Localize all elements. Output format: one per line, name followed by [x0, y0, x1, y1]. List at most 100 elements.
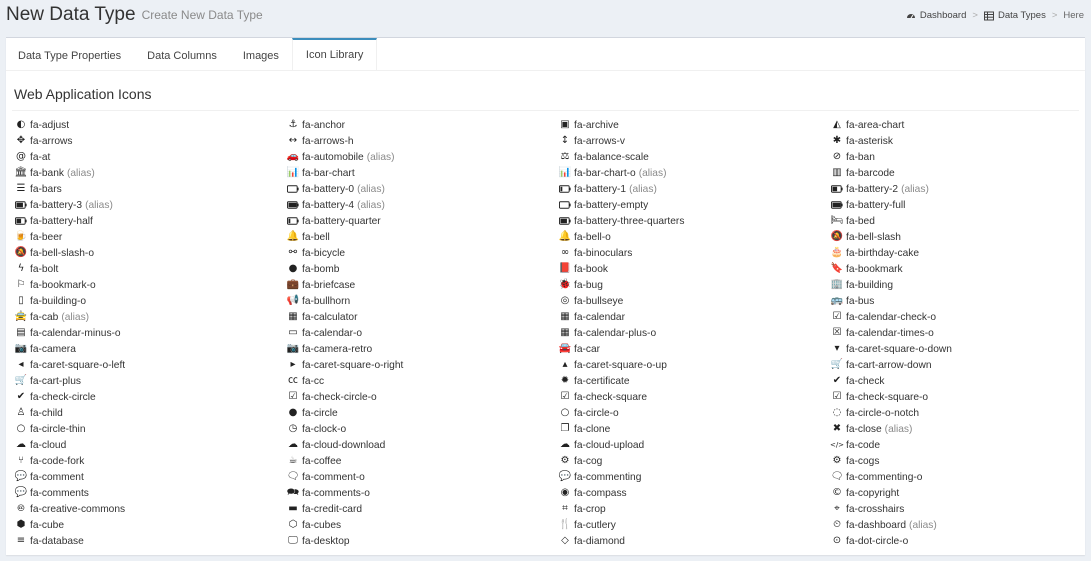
icon-item[interactable]: ◎ fa-bullseye: [559, 293, 831, 309]
icon-item[interactable]: ▦ fa-calendar-plus-o: [559, 325, 831, 341]
tab-data-columns[interactable]: Data Columns: [134, 38, 230, 70]
tab-data-type-properties[interactable]: Data Type Properties: [6, 38, 134, 70]
icon-item[interactable]: fa-battery-4 (alias): [287, 197, 559, 213]
icon-item[interactable]: ⊘ fa-ban: [831, 149, 1077, 165]
icon-item[interactable]: 🗨 fa-commenting-o: [831, 469, 1077, 485]
icon-item[interactable]: ⬢ fa-cube: [15, 517, 287, 533]
icon-item[interactable]: © fa-copyright: [831, 485, 1077, 501]
tab-icon-library[interactable]: Icon Library: [291, 38, 378, 70]
icon-item[interactable]: 🗪 fa-comments-o: [287, 485, 559, 501]
icon-item[interactable]: ∞ fa-binoculars: [559, 245, 831, 261]
icon-item[interactable]: ☁ fa-cloud-upload: [559, 437, 831, 453]
icon-item[interactable]: 💼 fa-briefcase: [287, 277, 559, 293]
icon-item[interactable]: 🔔 fa-bell-o: [559, 229, 831, 245]
icon-item[interactable]: ▣ fa-archive: [559, 117, 831, 133]
icon-item[interactable]: ▸ fa-caret-square-o-right: [287, 357, 559, 373]
icon-item[interactable]: 🔕 fa-bell-slash: [831, 229, 1077, 245]
icon-item[interactable]: 📊 fa-bar-chart-o (alias): [559, 165, 831, 181]
icon-item[interactable]: ↕ fa-arrows-v: [559, 133, 831, 149]
icon-item[interactable]: 🔖 fa-bookmark: [831, 261, 1077, 277]
icon-item[interactable]: 🚗 fa-automobile (alias): [287, 149, 559, 165]
icon-item[interactable]: ✖ fa-close (alias): [831, 421, 1077, 437]
icon-item[interactable]: 💬 fa-comment: [15, 469, 287, 485]
icon-item[interactable]: 🏢 fa-building: [831, 277, 1077, 293]
icon-item[interactable]: ϟ fa-bolt: [15, 261, 287, 277]
icon-item[interactable]: ✔ fa-check: [831, 373, 1077, 389]
icon-item[interactable]: 🐞 fa-bug: [559, 277, 831, 293]
icon-item[interactable]: ⚖ fa-balance-scale: [559, 149, 831, 165]
icon-item[interactable]: 🏛 fa-bank (alias): [15, 165, 287, 181]
icon-item[interactable]: ☒ fa-calendar-times-o: [831, 325, 1077, 341]
icon-item[interactable]: fa-battery-half: [15, 213, 287, 229]
icon-item[interactable]: </> fa-code: [830, 437, 1077, 453]
icon-item[interactable]: ⏲ fa-dashboard (alias): [831, 517, 1077, 533]
icon-item[interactable]: 🔕 fa-bell-slash-o: [15, 245, 287, 261]
icon-item[interactable]: ⚐ fa-bookmark-o: [15, 277, 287, 293]
icon-item[interactable]: ⌖ fa-crosshairs: [831, 501, 1077, 517]
icon-item[interactable]: 🚌 fa-bus: [831, 293, 1077, 309]
icon-item[interactable]: ▭ fa-calendar-o: [287, 325, 559, 341]
icon-item[interactable]: ☑ fa-check-circle-o: [287, 389, 559, 405]
icon-item[interactable]: 💬 fa-commenting: [559, 469, 831, 485]
icon-item[interactable]: fa-battery-quarter: [287, 213, 559, 229]
icon-item[interactable]: ▤ fa-calendar-minus-o: [15, 325, 287, 341]
icon-item[interactable]: 🅭 fa-creative-commons: [15, 501, 287, 517]
icon-item[interactable]: ✹ fa-certificate: [559, 373, 831, 389]
icon-item[interactable]: ▦ fa-calendar: [559, 309, 831, 325]
icon-item[interactable]: 🍴 fa-cutlery: [559, 517, 831, 533]
icon-item[interactable]: ▴ fa-caret-square-o-up: [559, 357, 831, 373]
icon-item[interactable]: ⚯ fa-bicycle: [287, 245, 559, 261]
icon-item[interactable]: ☕ fa-coffee: [287, 453, 559, 469]
icon-item[interactable]: ▥ fa-barcode: [831, 165, 1077, 181]
icon-item[interactable]: ◌ fa-circle-o-notch: [831, 405, 1077, 421]
icon-item[interactable]: ◐ fa-adjust: [15, 117, 287, 133]
icon-item[interactable]: fa-battery-three-quarters: [559, 213, 831, 229]
icon-item[interactable]: ▯ fa-building-o: [15, 293, 287, 309]
breadcrumb-data-types[interactable]: Data Types: [983, 10, 1046, 21]
icon-item[interactable]: 🍺 fa-beer: [15, 229, 287, 245]
icon-item[interactable]: 🗨 fa-comment-o: [287, 469, 559, 485]
icon-item[interactable]: ● fa-bomb: [287, 261, 559, 277]
icon-item[interactable]: ▾ fa-caret-square-o-down: [831, 341, 1077, 357]
icon-item[interactable]: fa-battery-full: [831, 197, 1077, 213]
icon-item[interactable]: ☁ fa-cloud: [15, 437, 287, 453]
icon-item[interactable]: 📊 fa-bar-chart: [287, 165, 559, 181]
icon-item[interactable]: ⊙ fa-dot-circle-o: [831, 533, 1077, 549]
icon-item[interactable]: fa-battery-2 (alias): [831, 181, 1077, 197]
icon-item[interactable]: ◉ fa-compass: [559, 485, 831, 501]
icon-item[interactable]: ⬡ fa-cubes: [287, 517, 559, 533]
icon-item[interactable]: 🚘 fa-car: [559, 341, 831, 357]
icon-item[interactable]: ↔ fa-arrows-h: [287, 133, 559, 149]
icon-item[interactable]: ☰ fa-bars: [15, 181, 287, 197]
icon-item[interactable]: ⚓ fa-anchor: [287, 117, 559, 133]
icon-item[interactable]: fa-battery-1 (alias): [559, 181, 831, 197]
breadcrumb-dashboard[interactable]: Dashboard: [906, 10, 966, 21]
icon-item[interactable]: ⚙ fa-cog: [559, 453, 831, 469]
icon-item[interactable]: ✱ fa-asterisk: [831, 133, 1077, 149]
icon-item[interactable]: 📕 fa-book: [559, 261, 831, 277]
icon-item[interactable]: 🚖 fa-cab (alias): [15, 309, 287, 325]
icon-item[interactable]: ◂ fa-caret-square-o-left: [15, 357, 287, 373]
icon-item[interactable]: ⑂ fa-code-fork: [15, 453, 287, 469]
icon-item[interactable]: 🎂 fa-birthday-cake: [831, 245, 1077, 261]
icon-item[interactable]: 🖵 fa-desktop: [287, 533, 559, 549]
icon-item[interactable]: ▦ fa-calculator: [287, 309, 559, 325]
icon-item[interactable]: 📢 fa-bullhorn: [287, 293, 559, 309]
icon-item[interactable]: ◷ fa-clock-o: [287, 421, 559, 437]
icon-item[interactable]: ☁ fa-cloud-download: [287, 437, 559, 453]
icon-item[interactable]: ○ fa-circle-o: [559, 405, 831, 421]
icon-item[interactable]: @ fa-at: [15, 149, 287, 165]
icon-item[interactable]: ♙ fa-child: [15, 405, 287, 421]
icon-item[interactable]: 📷 fa-camera: [15, 341, 287, 357]
icon-item[interactable]: 🔔 fa-bell: [287, 229, 559, 245]
icon-item[interactable]: ○ fa-circle-thin: [15, 421, 287, 437]
icon-item[interactable]: fa-battery-3 (alias): [15, 197, 287, 213]
icon-item[interactable]: ✥ fa-arrows: [15, 133, 287, 149]
icon-item[interactable]: ❐ fa-clone: [559, 421, 831, 437]
icon-item[interactable]: 🛏 fa-bed: [831, 213, 1077, 229]
icon-item[interactable]: 📷 fa-camera-retro: [287, 341, 559, 357]
icon-item[interactable]: ⚙ fa-cogs: [831, 453, 1077, 469]
icon-item[interactable]: ⌗ fa-crop: [559, 501, 831, 517]
icon-item[interactable]: ☑ fa-calendar-check-o: [831, 309, 1077, 325]
icon-item[interactable]: ㏄ fa-cc: [287, 373, 559, 389]
